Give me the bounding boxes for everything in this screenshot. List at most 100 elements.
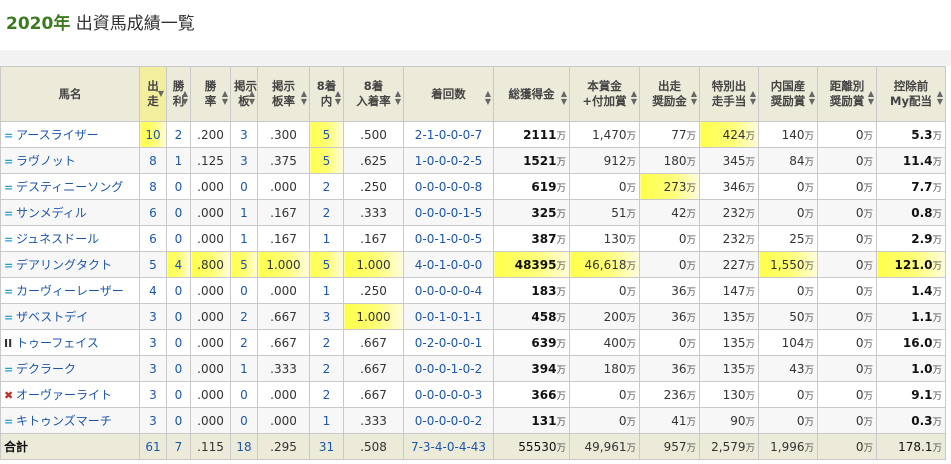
cell-wins[interactable]: 0 bbox=[166, 381, 191, 408]
cell-starts[interactable]: 4 bbox=[139, 277, 167, 304]
cell-starts[interactable]: 10 bbox=[139, 121, 167, 148]
horse-name-link[interactable]: デクラーク bbox=[16, 362, 76, 376]
horse-name-link[interactable]: トゥーフェイス bbox=[16, 336, 99, 350]
cell-top8[interactable]: 5 bbox=[309, 147, 344, 174]
sort-both-icon[interactable]: ▲ ▼ bbox=[182, 90, 188, 106]
cell-record[interactable]: 0-2-0-0-0-1 bbox=[403, 329, 494, 356]
horse-name-link[interactable]: ザベストデイ bbox=[16, 310, 88, 324]
horse-name-link[interactable]: キトゥンズマーチ bbox=[16, 414, 112, 428]
sort-desc-icon[interactable]: ▼ bbox=[158, 90, 164, 98]
cell-wins[interactable]: 0 bbox=[166, 303, 191, 330]
cell-starts[interactable]: 8 bbox=[139, 173, 167, 200]
cell-record[interactable]: 0-0-0-1-0-2 bbox=[403, 355, 494, 382]
cell-board[interactable]: 1 bbox=[230, 225, 258, 252]
cell-board[interactable]: 1 bbox=[230, 355, 258, 382]
cell-board[interactable]: 3 bbox=[230, 121, 258, 148]
horse-name-link[interactable]: ラヴノット bbox=[16, 154, 76, 168]
sort-both-icon[interactable]: ▲ ▼ bbox=[750, 90, 756, 106]
sort-both-icon[interactable]: ▲ ▼ bbox=[868, 90, 874, 106]
horse-name-link[interactable]: ジュネスドール bbox=[16, 232, 99, 246]
cell-starts[interactable]: 5 bbox=[139, 251, 167, 278]
sort-both-icon[interactable]: ▲ ▼ bbox=[809, 90, 815, 106]
cell-starts[interactable]: 61 bbox=[139, 433, 167, 460]
column-header-dividend[interactable]: 控除前 My配当 ▲ ▼ bbox=[876, 66, 946, 122]
cell-top8[interactable]: 2 bbox=[309, 381, 344, 408]
cell-wins[interactable]: 2 bbox=[166, 121, 191, 148]
cell-record[interactable]: 0-0-0-0-0-3 bbox=[403, 381, 494, 408]
cell-record[interactable]: 2-1-0-0-0-7 bbox=[403, 121, 494, 148]
cell-starts[interactable]: 3 bbox=[139, 381, 167, 408]
cell-record[interactable]: 0-0-0-0-0-4 bbox=[403, 277, 494, 304]
column-header-board_rate[interactable]: 掲示 板率 ▲ ▼ bbox=[257, 66, 310, 122]
sort-both-icon[interactable]: ▲ ▼ bbox=[631, 90, 637, 106]
cell-record[interactable]: 1-0-0-0-2-5 bbox=[403, 147, 494, 174]
cell-top8[interactable]: 2 bbox=[309, 355, 344, 382]
cell-board[interactable]: 3 bbox=[230, 147, 258, 174]
cell-starts[interactable]: 6 bbox=[139, 199, 167, 226]
cell-top8[interactable]: 31 bbox=[309, 433, 344, 460]
column-header-start_bonus[interactable]: 出走 奨励金 ▲ ▼ bbox=[639, 66, 700, 122]
column-header-record[interactable]: 着回数 ▲ ▼ bbox=[403, 66, 494, 122]
cell-board[interactable]: 0 bbox=[230, 381, 258, 408]
cell-top8[interactable]: 2 bbox=[309, 173, 344, 200]
column-header-domestic[interactable]: 内国産 奨励賞 ▲ ▼ bbox=[758, 66, 818, 122]
cell-board[interactable]: 1 bbox=[230, 199, 258, 226]
sort-both-icon[interactable]: ▲ ▼ bbox=[937, 90, 943, 106]
cell-top8[interactable]: 5 bbox=[309, 251, 344, 278]
cell-wins[interactable]: 0 bbox=[166, 355, 191, 382]
cell-record[interactable]: 0-0-0-0-0-8 bbox=[403, 173, 494, 200]
sort-both-icon[interactable]: ▲ ▼ bbox=[395, 90, 401, 106]
column-header-total[interactable]: 総獲得金 ▲ ▼ bbox=[493, 66, 570, 122]
cell-board[interactable]: 0 bbox=[230, 173, 258, 200]
cell-starts[interactable]: 6 bbox=[139, 225, 167, 252]
sort-both-icon[interactable]: ▲ ▼ bbox=[561, 90, 567, 106]
sort-both-icon[interactable]: ▲ ▼ bbox=[485, 90, 491, 106]
cell-starts[interactable]: 3 bbox=[139, 355, 167, 382]
cell-wins[interactable]: 0 bbox=[166, 173, 191, 200]
sort-both-icon[interactable]: ▲ ▼ bbox=[691, 90, 697, 106]
cell-record[interactable]: 0-0-0-0-0-2 bbox=[403, 407, 494, 434]
cell-wins[interactable]: 0 bbox=[166, 407, 191, 434]
cell-record[interactable]: 0-0-1-0-0-5 bbox=[403, 225, 494, 252]
cell-wins[interactable]: 1 bbox=[166, 147, 191, 174]
column-header-top8[interactable]: 8着内 ▲ ▼ bbox=[309, 66, 344, 122]
cell-wins[interactable]: 0 bbox=[166, 329, 191, 356]
cell-board[interactable]: 0 bbox=[230, 277, 258, 304]
column-header-top8_rate[interactable]: 8着 入着率 ▲ ▼ bbox=[343, 66, 404, 122]
sort-both-icon[interactable]: ▲ ▼ bbox=[249, 90, 255, 106]
cell-starts[interactable]: 3 bbox=[139, 407, 167, 434]
sort-both-icon[interactable]: ▲ ▼ bbox=[222, 90, 228, 106]
column-header-win_rate[interactable]: 勝率 ▲ ▼ bbox=[190, 66, 231, 122]
cell-board[interactable]: 0 bbox=[230, 407, 258, 434]
cell-starts[interactable]: 3 bbox=[139, 329, 167, 356]
column-header-wins[interactable]: 勝利 ▲ ▼ bbox=[166, 66, 191, 122]
cell-wins[interactable]: 7 bbox=[166, 433, 191, 460]
horse-name-link[interactable]: オーヴァーライト bbox=[16, 388, 112, 402]
column-header-special[interactable]: 特別出 走手当 ▲ ▼ bbox=[699, 66, 759, 122]
cell-wins[interactable]: 4 bbox=[166, 251, 191, 278]
cell-record[interactable]: 0-0-0-0-1-5 bbox=[403, 199, 494, 226]
column-header-prize[interactable]: 本賞金 +付加賞 ▲ ▼ bbox=[569, 66, 640, 122]
cell-top8[interactable]: 1 bbox=[309, 277, 344, 304]
cell-top8[interactable]: 2 bbox=[309, 199, 344, 226]
column-header-distance[interactable]: 距離別 奨励賞 ▲ ▼ bbox=[817, 66, 877, 122]
horse-name-link[interactable]: デスティニーソング bbox=[16, 180, 123, 194]
column-header-name[interactable]: 馬名 bbox=[0, 66, 140, 122]
cell-wins[interactable]: 0 bbox=[166, 225, 191, 252]
cell-starts[interactable]: 3 bbox=[139, 303, 167, 330]
cell-wins[interactable]: 0 bbox=[166, 277, 191, 304]
cell-board[interactable]: 18 bbox=[230, 433, 258, 460]
horse-name-link[interactable]: カーヴィーレーザー bbox=[16, 284, 124, 298]
cell-record[interactable]: 7-3-4-0-4-43 bbox=[403, 433, 494, 460]
horse-name-link[interactable]: デアリングタクト bbox=[16, 258, 112, 272]
cell-wins[interactable]: 0 bbox=[166, 199, 191, 226]
cell-record[interactable]: 0-0-1-0-1-1 bbox=[403, 303, 494, 330]
cell-board[interactable]: 2 bbox=[230, 329, 258, 356]
cell-board[interactable]: 2 bbox=[230, 303, 258, 330]
cell-top8[interactable]: 2 bbox=[309, 329, 344, 356]
horse-name-link[interactable]: サンメディル bbox=[16, 206, 87, 220]
column-header-starts[interactable]: 出走 ▼ bbox=[139, 66, 167, 122]
cell-top8[interactable]: 3 bbox=[309, 303, 344, 330]
column-header-board[interactable]: 掲示板 ▲ ▼ bbox=[230, 66, 258, 122]
cell-starts[interactable]: 8 bbox=[139, 147, 167, 174]
